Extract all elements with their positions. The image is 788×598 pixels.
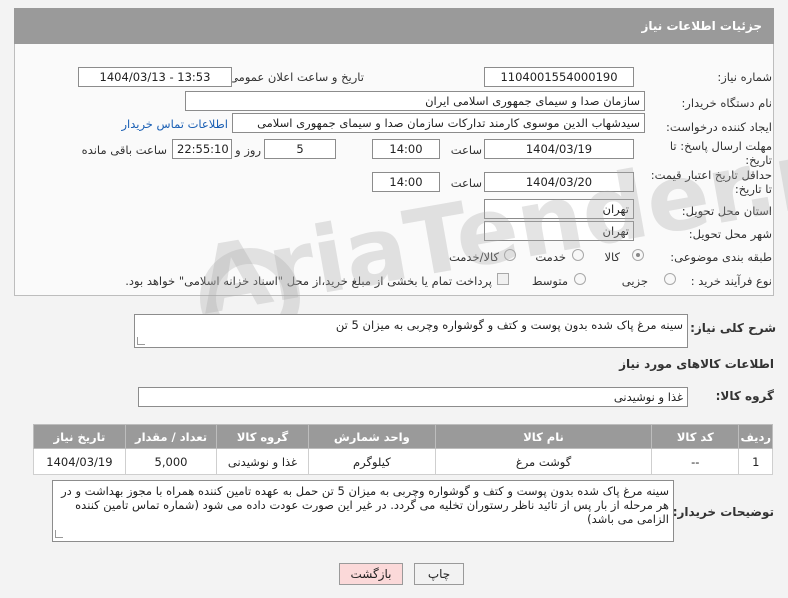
col-header-row-number: ردیف: [738, 424, 773, 449]
summary-text[interactable]: سینه مرغ پاک شده بدون پوست و کتف و گوشوا…: [134, 314, 688, 348]
table-header-row: ردیف کد کالا نام کالا واحد شمارش گروه کا…: [33, 424, 773, 449]
deadline-label-2: تاریخ:: [745, 153, 772, 167]
category-goods-radio[interactable]: [632, 249, 644, 261]
treasury-payment-checkbox[interactable]: [497, 273, 509, 285]
requester-label: ایجاد کننده درخواست:: [666, 120, 772, 134]
cell-item-group: غذا و نوشیدنی: [216, 448, 309, 475]
cell-need-date: 1404/03/19: [33, 448, 126, 475]
category-goods-service-radio[interactable]: [504, 249, 516, 261]
deadline-time-label: ساعت: [450, 143, 482, 157]
price-valid-time-field[interactable]: 14:00: [372, 172, 440, 192]
price-valid-date-field[interactable]: 1404/03/20: [484, 172, 634, 192]
table-row: 1 -- گوشت مرغ کیلوگرم غذا و نوشیدنی 5,00…: [33, 448, 773, 475]
requester-field[interactable]: سیدشهاب الدین موسوی کارمند تدارکات سازما…: [232, 113, 645, 133]
remaining-time-label: ساعت باقی مانده: [81, 143, 167, 157]
col-header-item-name: نام کالا: [434, 424, 653, 449]
cell-row-number: 1: [738, 448, 773, 475]
deadline-label: مهلت ارسال پاسخ: تا: [669, 139, 772, 153]
process-medium-label: متوسط: [531, 274, 568, 288]
category-service-label: خدمت: [535, 250, 566, 264]
col-header-item-group: گروه کالا: [216, 424, 309, 449]
goods-section-title: اطلاعات کالاهای مورد نیاز: [619, 357, 774, 371]
deadline-date-field[interactable]: 1404/03/19: [484, 139, 634, 159]
process-medium-radio[interactable]: [574, 273, 586, 285]
col-header-unit: واحد شمارش: [307, 424, 436, 449]
treasury-payment-note: پرداخت تمام یا بخشی از مبلغ خرید،از محل …: [125, 274, 492, 288]
buyer-notes-resize-handle[interactable]: [55, 530, 63, 538]
process-type-label: نوع فرآیند خرید :: [690, 274, 772, 288]
col-header-need-date: تاریخ نیاز: [33, 424, 126, 449]
announce-date-field[interactable]: 1404/03/13 - 13:53: [78, 67, 232, 87]
col-header-item-code: کد کالا: [651, 424, 740, 449]
cell-unit: کیلوگرم: [307, 448, 436, 475]
city-field[interactable]: تهران: [484, 221, 634, 241]
summary-label: شرح کلی نیاز:: [690, 321, 776, 335]
city-label: شهر محل تحویل:: [688, 227, 772, 241]
cell-item-code: --: [651, 448, 740, 475]
deadline-time-field[interactable]: 14:00: [372, 139, 440, 159]
buyer-contact-link[interactable]: اطلاعات تماس خریدار: [121, 117, 228, 131]
price-validity-label: حداقل تاریخ اعتبار قیمت:: [650, 168, 772, 182]
buyer-notes-label: توضیحات خریدار:: [672, 505, 774, 519]
days-label: روز و: [235, 143, 261, 157]
cell-quantity: 5,000: [124, 448, 218, 475]
category-service-radio[interactable]: [572, 249, 584, 261]
announce-date-label: تاریخ و ساعت اعلان عمومی:: [225, 70, 364, 84]
print-button[interactable]: چاپ: [414, 563, 464, 585]
need-number-field[interactable]: 1104001554000190: [484, 67, 634, 87]
category-goods-service-label: کالا/خدمت: [448, 250, 499, 264]
remaining-time-field[interactable]: 22:55:10: [172, 139, 232, 159]
summary-resize-handle[interactable]: [137, 337, 145, 345]
cell-item-name: گوشت مرغ: [434, 448, 653, 475]
process-minor-label: جزیی: [621, 274, 648, 288]
buyer-org-field[interactable]: سازمان صدا و سیمای جمهوری اسلامی ایران: [185, 91, 645, 111]
province-field[interactable]: تهران: [484, 199, 634, 219]
price-valid-time-label: ساعت: [450, 176, 482, 190]
goods-group-field[interactable]: غذا و نوشیدنی: [138, 387, 688, 407]
back-button[interactable]: بازگشت: [339, 563, 403, 585]
goods-group-label: گروه کالا:: [715, 389, 774, 403]
col-header-quantity: تعداد / مقدار: [124, 424, 218, 449]
price-validity-label-2: تا تاریخ:: [734, 182, 772, 196]
days-remaining-field[interactable]: 5: [264, 139, 336, 159]
category-goods-label: کالا: [604, 250, 620, 264]
category-label: طبقه بندی موضوعی:: [670, 250, 772, 264]
need-number-label: شماره نیاز:: [717, 70, 772, 84]
province-label: استان محل تحویل:: [681, 204, 772, 218]
goods-table: ردیف کد کالا نام کالا واحد شمارش گروه کا…: [33, 424, 773, 475]
buyer-org-label: نام دستگاه خریدار:: [681, 96, 772, 110]
buyer-notes-text[interactable]: سینه مرغ پاک شده بدون پوست و کتف و گوشوا…: [52, 480, 674, 542]
panel-title: جزئیات اطلاعات نیاز: [14, 8, 774, 44]
process-minor-radio[interactable]: [664, 273, 676, 285]
